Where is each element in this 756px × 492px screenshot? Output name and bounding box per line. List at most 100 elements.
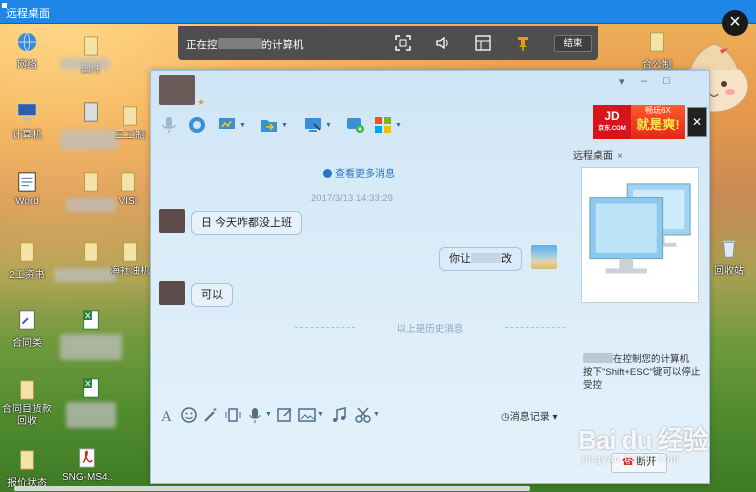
side-panel-tab-remote-desktop[interactable]: 远程桌面 × <box>573 147 629 162</box>
edit-icon[interactable] <box>275 405 295 425</box>
font-icon[interactable]: A <box>157 405 177 425</box>
music-icon[interactable] <box>329 405 349 425</box>
magic-wand-icon[interactable] <box>201 405 221 425</box>
desktop-icon-contracts[interactable]: 合同类 <box>2 308 52 349</box>
star-icon: ★ <box>197 97 206 107</box>
add-message-icon[interactable] <box>345 115 365 135</box>
chat-bubble-left: 日 今天咋都没上班 <box>191 211 303 235</box>
watermark-brand: Bai du 经验 <box>578 425 709 455</box>
remote-control-info: 在控制您的计算机 按下"Shift+ESC"键可以停止受控 <box>583 353 701 391</box>
view-more-messages-link[interactable]: 查看更多消息 <box>323 165 395 180</box>
desktop-icon-quote[interactable]: 报价状态 <box>2 448 52 489</box>
desktop-icon-payment[interactable]: 合同目货款回收 <box>2 378 52 428</box>
chevron-down-icon[interactable]: ▾ <box>619 75 625 88</box>
desktop-icon-pdf[interactable]: SNG-MS4... <box>62 446 112 483</box>
image-icon[interactable] <box>297 405 317 425</box>
contact-avatar[interactable] <box>159 75 195 105</box>
pin-icon[interactable] <box>514 34 532 52</box>
excel-icon <box>83 378 99 398</box>
network-globe-icon <box>17 32 37 52</box>
baidu-watermark: Bai du 经验 jingyan.baidu.com <box>578 420 709 465</box>
shake-window-icon[interactable] <box>223 405 243 425</box>
desktop-icon-recycle-bin[interactable]: 回收站 <box>704 236 754 277</box>
desktop-icon-excel-2[interactable] <box>66 376 116 402</box>
screen-share-icon[interactable] <box>217 115 237 135</box>
blurred-label <box>60 58 110 70</box>
folder-icon <box>650 32 664 52</box>
file-icon <box>84 102 98 122</box>
resolution-icon[interactable] <box>474 34 492 52</box>
end-control-button[interactable]: 结束 <box>554 35 592 52</box>
word-shortcut-icon <box>18 172 36 192</box>
folder-icon <box>20 450 34 470</box>
desktop-icon-salary[interactable]: 2工资书 <box>2 240 52 281</box>
chevron-down-icon[interactable]: ▼ <box>281 122 288 129</box>
chevron-down-icon[interactable]: ▼ <box>373 411 380 418</box>
chat-top-toolbar: ▼ ▼ ▼ ▼ <box>159 115 419 137</box>
apps-grid-icon[interactable] <box>373 115 393 135</box>
volume-icon[interactable] <box>434 34 452 52</box>
scissors-icon[interactable] <box>353 405 373 425</box>
excel-icon <box>83 310 99 330</box>
close-icon[interactable]: × <box>722 10 748 36</box>
control-status: 正在控 的计算机 <box>186 38 304 51</box>
recycle-bin-icon <box>722 240 736 258</box>
folder-icon <box>84 172 98 192</box>
desktop-icon-network[interactable]: 网络 <box>2 30 52 71</box>
jd-advertisement[interactable]: JD 京东.COM 畅玩6X 就是爽! ✕ <box>593 105 709 139</box>
blurred-name <box>583 353 613 363</box>
watermark-url: jingyan.baidu.com <box>582 454 680 465</box>
svg-text:A: A <box>161 409 172 425</box>
remote-desktop-monitors-icon <box>581 167 699 303</box>
chat-message-area: 查看更多消息 2017/3/13 14:33:29 日 今天咋都没上班 你让改 … <box>151 141 569 403</box>
chevron-down-icon[interactable]: ▼ <box>239 122 246 129</box>
folder-icon <box>123 242 137 262</box>
chevron-down-icon[interactable]: ▼ <box>265 411 272 418</box>
chat-bubble-left: 可以 <box>191 283 233 307</box>
message-record-button[interactable]: ◷消息记录 ▾ <box>501 408 558 423</box>
blurred-text <box>471 253 501 263</box>
computer-icon <box>17 103 37 121</box>
fullscreen-icon[interactable] <box>394 34 412 52</box>
chevron-down-icon[interactable]: ▼ <box>317 411 324 418</box>
microphone-icon[interactable] <box>159 115 179 135</box>
desktop-icon-word[interactable]: Word <box>2 170 52 207</box>
window-title: 远程桌面 <box>6 8 50 20</box>
emoji-icon[interactable] <box>179 405 199 425</box>
minimize-icon[interactable]: – <box>641 75 647 87</box>
remote-desktop-icon[interactable] <box>303 115 323 135</box>
history-separator: 以上是历史消息 <box>295 321 565 335</box>
contact-avatar[interactable] <box>159 281 185 305</box>
voice-message-icon[interactable] <box>245 405 265 425</box>
chevron-down-icon[interactable]: ▼ <box>325 122 332 129</box>
chevron-down-icon[interactable]: ▼ <box>395 122 402 129</box>
self-avatar[interactable] <box>531 245 557 269</box>
ad-close-icon[interactable]: ✕ <box>687 107 707 137</box>
blurred-label <box>60 334 122 360</box>
desktop-icon-folder-4[interactable] <box>66 240 116 266</box>
video-call-icon[interactable] <box>187 115 207 135</box>
horizontal-scrollbar[interactable] <box>14 486 530 491</box>
maximize-icon[interactable]: □ <box>663 75 670 87</box>
desktop-icon-excel-1[interactable] <box>66 308 116 334</box>
blurred-name <box>217 38 262 49</box>
folder-icon <box>123 106 137 126</box>
desktop-icon-file-2[interactable] <box>66 100 116 126</box>
remote-control-toolbar: 正在控 的计算机 结束 <box>178 26 598 60</box>
window-controls: ▾ – □ <box>613 75 703 89</box>
close-icon[interactable]: × <box>617 151 623 162</box>
folder-icon <box>20 242 34 262</box>
desktop-icon-computer[interactable]: 计算机 <box>2 100 52 141</box>
contact-avatar[interactable] <box>159 209 185 233</box>
file-transfer-icon[interactable] <box>259 115 279 135</box>
message-timestamp: 2017/3/13 14:33:29 <box>311 193 393 204</box>
remote-desktop-titlebar: 远程桌面 <box>0 0 756 24</box>
desktop-icon-haishe[interactable]: 海社油机 <box>110 240 150 278</box>
desktop-icon-visi[interactable]: VISI <box>106 170 150 207</box>
blurred-label <box>54 268 116 282</box>
pdf-icon <box>79 448 95 468</box>
shortcut-icon <box>19 310 35 330</box>
desktop-icon-sangong[interactable]: 三工制 <box>110 104 150 142</box>
folder-icon <box>20 380 34 400</box>
folder-icon <box>84 242 98 262</box>
